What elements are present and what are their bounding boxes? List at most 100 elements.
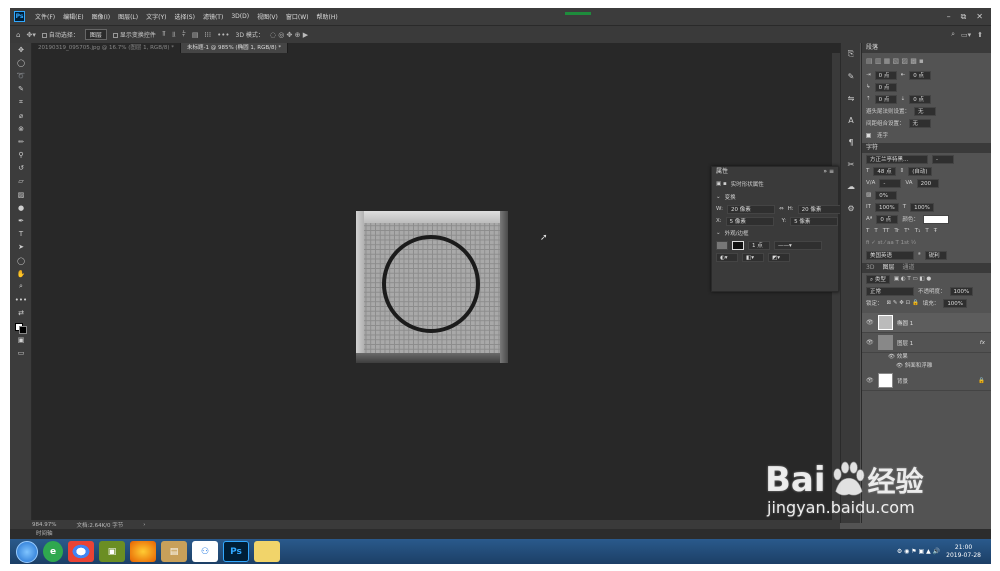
distribute-icon[interactable]: ⁞⁞⁞ — [204, 31, 211, 39]
menu-file[interactable]: 文件(F) — [31, 12, 59, 21]
tsume-field[interactable]: 0% — [875, 190, 898, 200]
width-field[interactable]: 20 像素 — [726, 204, 775, 214]
lasso-tool-icon[interactable]: ➰ — [10, 69, 32, 82]
type-tool-icon[interactable]: T — [10, 228, 32, 241]
path-select-icon[interactable]: ➤ — [10, 241, 32, 254]
hscale-field[interactable]: 100% — [910, 202, 934, 212]
screen-mode-icon[interactable]: ▭ — [10, 346, 32, 359]
font-style-dropdown[interactable]: - — [932, 154, 954, 164]
first-indent-field[interactable]: 0 点 — [874, 82, 897, 92]
align-middle-icon[interactable]: ⫫ — [172, 30, 176, 39]
eye-icon[interactable]: 👁 — [866, 339, 874, 346]
move-tool-icon[interactable]: ✥ — [10, 43, 32, 56]
layer-row[interactable]: 👁 图层 1 fx — [862, 333, 991, 353]
close-icon[interactable]: ✕ — [976, 12, 983, 22]
minimize-icon[interactable]: – — [947, 12, 951, 22]
baseline-field[interactable]: 0 点 — [876, 214, 899, 224]
faux-italic-button[interactable]: T — [874, 228, 877, 234]
stroke-corner-dropdown[interactable]: ◩▾ — [768, 252, 790, 262]
filter-icons[interactable]: ▣ ◐ T ▭ ◧ ● — [894, 276, 931, 282]
spacing-dropdown[interactable]: 无 — [908, 118, 931, 128]
link-icon[interactable]: ⇔ — [779, 206, 784, 212]
indent-left-field[interactable]: 0 点 — [874, 70, 897, 80]
menu-type[interactable]: 文字(Y) — [142, 12, 170, 21]
opacity-field[interactable]: 100% — [949, 286, 974, 296]
search-icon[interactable]: ⌕ — [951, 30, 955, 39]
paragraph-align-icons[interactable]: ▤ ▥ ▦ ▧ ▨ ▩ ▪ — [862, 53, 991, 69]
swap-colors-icon[interactable]: ⇄ — [10, 307, 32, 320]
healing-brush-icon[interactable]: ⊗ — [10, 122, 32, 135]
share-icon[interactable]: ⬆ — [977, 31, 991, 39]
hand-tool-icon[interactable]: ✋ — [10, 267, 32, 280]
align-bottom-icon[interactable]: ⫩ — [182, 30, 186, 39]
y-field[interactable]: 5 像素 — [790, 216, 839, 226]
move-tool-icon[interactable]: ✥▾ — [26, 31, 35, 39]
strikethrough-button[interactable]: Ŧ — [934, 228, 937, 234]
taskbar-app-baidu[interactable]: ⚇ — [192, 541, 218, 562]
stroke-type-dropdown[interactable]: ——▾ — [774, 240, 822, 250]
history-brush-icon[interactable]: ↺ — [10, 162, 32, 175]
adjust-panel-icon[interactable]: ⇋ — [841, 87, 861, 109]
stroke-align-dropdown[interactable]: ◐▾ — [716, 252, 738, 262]
space-after-field[interactable]: 0 点 — [909, 94, 932, 104]
tray-icons[interactable]: ⚙ ◉ ⚑ ▣ ▲ 🔊 — [897, 548, 940, 555]
layer-filter-dropdown[interactable]: ⌕ 类型 — [866, 274, 890, 284]
pen-tool-icon[interactable]: ✒ — [10, 214, 32, 227]
font-size-field[interactable]: 48 点 — [873, 166, 896, 176]
subscript-button[interactable]: T₁ — [915, 228, 921, 234]
paragraph-panel-icon[interactable]: ¶ — [841, 131, 861, 153]
clock[interactable]: 21:00 2019-07-28 — [946, 544, 981, 560]
menu-select[interactable]: 选择(S) — [170, 12, 199, 21]
small-caps-button[interactable]: Tr — [894, 228, 899, 234]
start-button[interactable] — [16, 540, 38, 563]
font-family-dropdown[interactable]: 方正兰亭特黑... — [866, 154, 928, 164]
opentype-buttons[interactable]: fi ✓ st ⁄ aa T 1st ½ — [862, 237, 991, 249]
home-icon[interactable]: ⌂ — [16, 31, 20, 39]
document-canvas[interactable] — [356, 211, 508, 363]
workspace-icon[interactable]: ▭▾ — [961, 31, 971, 39]
menu-help[interactable]: 帮助(H) — [313, 12, 342, 21]
kinsoku-dropdown[interactable]: 无 — [914, 106, 937, 116]
ellipse-shape[interactable] — [382, 235, 480, 333]
fill-field[interactable]: 100% — [943, 298, 968, 308]
hyphenate-checkbox[interactable] — [866, 132, 871, 138]
brush-panel-icon[interactable]: ✎ — [841, 65, 861, 87]
3d-orbit-icon[interactable]: ◌ ◎ ✥ ⊕ ▶ — [270, 31, 308, 39]
menu-view[interactable]: 视图(V) — [253, 12, 282, 21]
x-field[interactable]: 5 像素 — [725, 216, 774, 226]
stroke-swatch[interactable] — [732, 240, 744, 250]
properties-panel-icon[interactable]: ⚙ — [841, 197, 861, 219]
effect-row[interactable]: 👁 斜面和浮雕 — [862, 362, 991, 371]
menu-edit[interactable]: 编辑(E) — [59, 12, 87, 21]
align-top-icon[interactable]: ⫪ — [162, 30, 166, 39]
marquee-tool-icon[interactable]: ◯ — [10, 56, 32, 69]
more-icon[interactable]: ••• — [217, 31, 229, 39]
restore-icon[interactable]: ⧉ — [961, 12, 967, 22]
faux-bold-button[interactable]: T — [866, 228, 869, 234]
chevron-right-icon[interactable]: › — [143, 522, 145, 528]
dodge-tool-icon[interactable]: ● — [10, 201, 32, 214]
menu-filter[interactable]: 滤镜(T) — [199, 12, 227, 21]
fill-swatch[interactable] — [716, 240, 728, 250]
taskbar-app-notes[interactable]: ▤ — [161, 541, 187, 562]
taskbar-app-ie[interactable]: e — [43, 541, 63, 562]
menu-3d[interactable]: 3D(D) — [227, 13, 253, 20]
taskbar-app-firefox[interactable] — [130, 541, 156, 562]
show-transform-checkbox[interactable]: 显示变换控件 — [112, 30, 156, 39]
fx-icon[interactable]: fx — [980, 340, 991, 346]
eraser-tool-icon[interactable]: ▱ — [10, 175, 32, 188]
expand-icon[interactable]: ⌄ — [716, 230, 721, 236]
underline-button[interactable]: T — [925, 228, 928, 234]
taskbar-app-explorer[interactable] — [254, 541, 280, 562]
zoom-tool-icon[interactable]: ⌕ — [10, 280, 32, 293]
antialias-dropdown[interactable]: 锐利 — [924, 250, 947, 260]
more-tools-icon[interactable]: ••• — [10, 294, 32, 307]
eye-icon[interactable]: 👁 — [888, 354, 897, 360]
panel-menu-icon[interactable]: » ≡ — [823, 167, 834, 177]
auto-select-dropdown[interactable]: 图层 — [84, 29, 107, 40]
cloud-panel-icon[interactable]: ☁ — [841, 175, 861, 197]
effects-row[interactable]: 👁 效果 — [862, 353, 991, 362]
stamp-tool-icon[interactable]: ⚲ — [10, 149, 32, 162]
menu-layer[interactable]: 图层(L) — [114, 12, 142, 21]
height-field[interactable]: 20 像素 — [797, 204, 846, 214]
